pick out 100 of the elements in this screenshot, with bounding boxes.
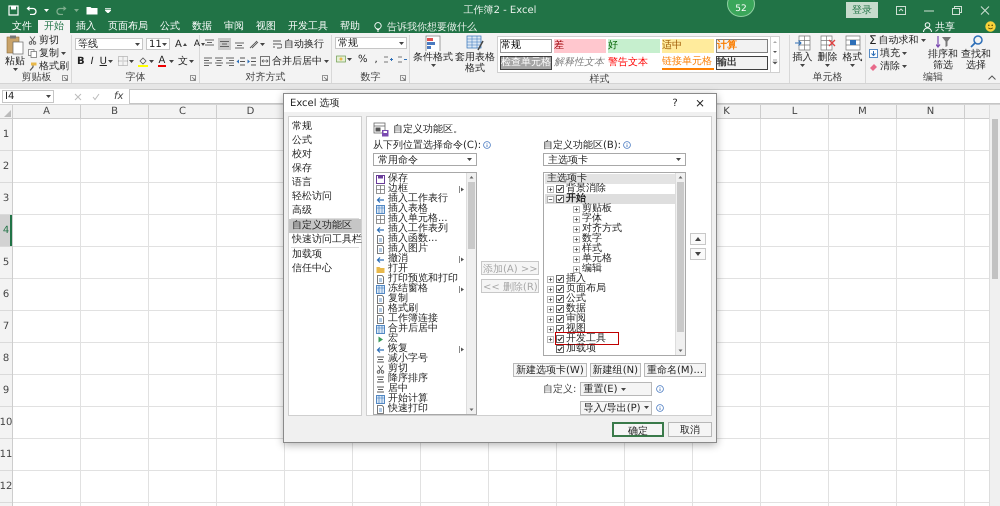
ribbon-tab[interactable]: 帮助 — [334, 20, 366, 33]
share-button[interactable]: 共享 — [923, 20, 955, 34]
command-item[interactable]: 恢复 — [376, 344, 466, 354]
checkbox[interactable] — [556, 295, 564, 303]
italic-button[interactable]: I — [88, 56, 96, 66]
column-header[interactable]: C — [149, 105, 217, 118]
phonetic-button[interactable]: 文 — [176, 56, 196, 66]
checkbox[interactable] — [556, 285, 564, 293]
nav-item[interactable]: 信任中心 — [289, 262, 361, 276]
nav-item[interactable]: 高级 — [289, 204, 361, 218]
ribbon-tab[interactable]: 文件 — [6, 20, 38, 33]
row-header[interactable]: 10 — [0, 407, 12, 439]
scrollbar[interactable] — [989, 105, 1000, 506]
command-item[interactable]: 打开 — [376, 264, 466, 274]
commands-source-dropdown[interactable]: 常用命令 — [373, 153, 477, 166]
tree-item[interactable]: 开始 — [545, 194, 675, 204]
command-item[interactable]: 插入工作表列 — [376, 224, 466, 234]
scroll-thumb[interactable] — [992, 119, 998, 279]
command-item[interactable]: 格式刷 — [376, 304, 466, 314]
paste-button[interactable]: 粘贴 — [5, 35, 25, 71]
command-item[interactable]: 减小字号 — [376, 354, 466, 364]
cell-style[interactable]: 适中 — [662, 39, 714, 53]
row-header[interactable]: 7 — [0, 311, 12, 343]
command-item[interactable]: 插入工作表行 — [376, 194, 466, 204]
nav-item[interactable]: 公式 — [289, 134, 361, 148]
delete-cells-button[interactable]: 删除 — [818, 35, 838, 67]
rename-button[interactable]: 重命名(M)... — [644, 362, 706, 377]
command-item[interactable]: 撤消 — [376, 254, 466, 264]
command-item[interactable]: 打印预览和打印 — [376, 274, 466, 284]
number-format-field[interactable]: 常规 — [335, 37, 407, 49]
nav-item[interactable]: 校对 — [289, 148, 361, 162]
nav-item[interactable]: 加载项 — [289, 248, 361, 262]
insert-cells-button[interactable]: 插入 — [792, 35, 812, 67]
expand-icon[interactable] — [547, 336, 554, 342]
command-item[interactable]: 插入图片 — [376, 244, 466, 254]
vertical-align-button[interactable] — [218, 38, 231, 50]
tree-item[interactable]: 字体 — [545, 214, 675, 224]
column-header[interactable]: A — [13, 105, 81, 118]
ribbon-tab[interactable]: 插入 — [70, 20, 102, 33]
move-up-button[interactable] — [690, 233, 706, 245]
ribbon-tab[interactable]: 公式 — [154, 20, 186, 33]
merge-center-button[interactable]: 合并后居中 — [260, 56, 329, 66]
scrollbar[interactable] — [466, 173, 476, 414]
orientation-button[interactable] — [248, 38, 266, 50]
scroll-thumb[interactable] — [468, 182, 475, 249]
command-item[interactable]: 保存 — [376, 174, 466, 184]
cut-button[interactable]: 剪切 — [28, 35, 69, 46]
sort-filter-button[interactable]: 排序和筛选 — [928, 35, 959, 71]
nav-item[interactable]: 语言 — [289, 176, 361, 190]
nav-item[interactable]: 常规 — [289, 120, 361, 134]
row-header[interactable]: 6 — [0, 279, 12, 311]
copy-button[interactable]: 复制 — [28, 48, 69, 59]
ribbon-tab[interactable]: 开发工具 — [282, 20, 334, 33]
command-item[interactable]: 边框 — [376, 184, 466, 194]
grow-font-button[interactable]: A — [173, 38, 189, 50]
tree-item[interactable]: 公式 — [545, 294, 675, 304]
cell-style[interactable]: 常规 — [500, 39, 552, 53]
move-down-button[interactable] — [690, 248, 706, 260]
new-tab-button[interactable]: 新建选项卡(W) — [513, 362, 587, 377]
fill-color-button[interactable] — [136, 54, 155, 68]
expand-icon[interactable] — [573, 216, 580, 222]
expand-icon[interactable] — [547, 286, 554, 292]
row-header[interactable]: 8 — [0, 343, 12, 375]
tree-item[interactable]: 审阅 — [545, 314, 675, 324]
tree-item[interactable]: 对齐方式 — [545, 224, 675, 234]
command-item[interactable]: 居中 — [376, 384, 466, 394]
tree-item[interactable]: 开发工具 — [545, 334, 675, 344]
checkbox[interactable] — [556, 275, 564, 283]
row-header[interactable]: 2 — [0, 151, 12, 183]
command-item[interactable]: 插入单元格... — [376, 214, 466, 224]
insert-function-button[interactable]: fx — [114, 91, 124, 102]
tell-me-field[interactable]: 告诉我你想要做什么 — [387, 20, 477, 34]
command-item[interactable]: 剪切 — [376, 364, 466, 374]
column-header[interactable]: L — [761, 105, 829, 118]
row-header[interactable]: 5 — [0, 247, 12, 279]
tree-item[interactable]: 单元格 — [545, 254, 675, 264]
command-item[interactable]: 快速打印 — [376, 404, 466, 414]
clear-button[interactable]: 清除 — [869, 61, 926, 72]
checkbox[interactable] — [556, 315, 564, 323]
expand-icon[interactable] — [547, 326, 554, 332]
expand-icon[interactable] — [547, 296, 554, 302]
scrollbar[interactable] — [675, 173, 685, 355]
row-header[interactable]: 4 — [0, 215, 12, 247]
tree-item[interactable]: 样式 — [545, 244, 675, 254]
conditional-formatting-button[interactable]: 条件格式 — [413, 35, 453, 67]
new-group-button[interactable]: 新建组(N) — [590, 362, 642, 377]
border-button[interactable] — [116, 55, 135, 67]
checkbox[interactable] — [556, 325, 564, 333]
command-item[interactable]: 工作簿连接 — [376, 314, 466, 324]
cell-style[interactable]: 输出 — [716, 56, 768, 70]
checkbox[interactable] — [556, 305, 564, 313]
tree-item[interactable]: 视图 — [545, 324, 675, 334]
command-item[interactable]: 插入函数... — [376, 234, 466, 244]
column-header[interactable]: N — [897, 105, 965, 118]
import-export-button[interactable]: 导入/导出(P) — [580, 400, 652, 415]
command-item[interactable]: 插入表格 — [376, 204, 466, 214]
wrap-text-button[interactable]: 自动换行 — [272, 38, 324, 50]
checkbox[interactable] — [556, 185, 564, 193]
nav-item[interactable]: 快速访问工具栏 — [289, 233, 361, 247]
command-item[interactable]: 宏 — [376, 334, 466, 344]
